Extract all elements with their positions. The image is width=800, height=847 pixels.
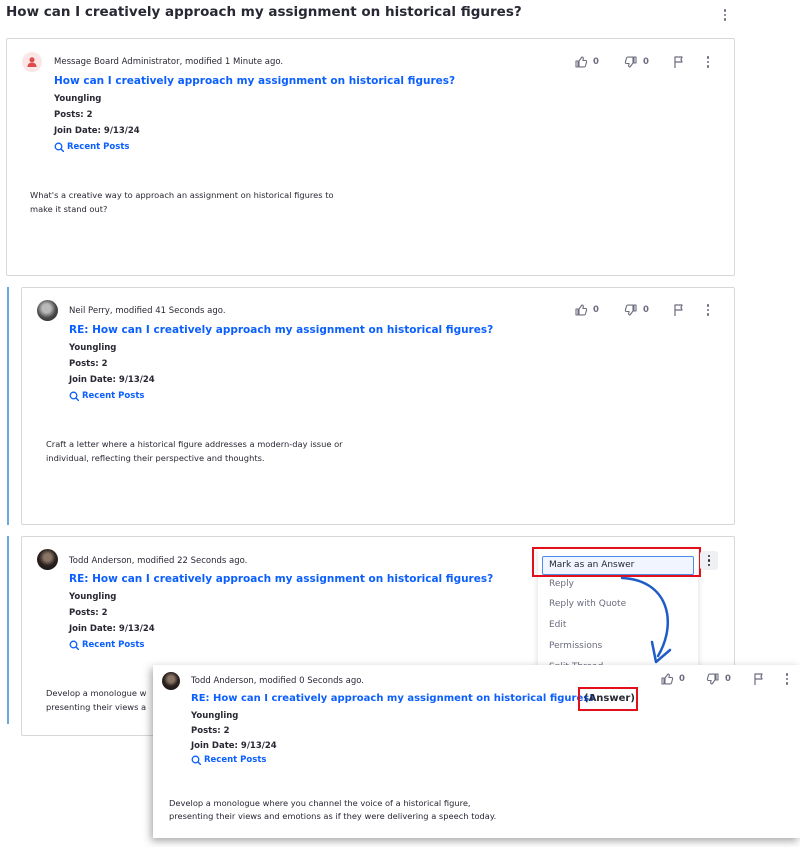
thumbs-up-icon [575,304,588,316]
thumbs-up-icon [575,56,588,68]
user-post-count: Posts: 2 [191,726,230,736]
search-icon [54,142,64,152]
page-options-icon[interactable] [719,6,731,24]
user-post-count: Posts: 2 [54,110,93,120]
post-body-line: make it stand out? [30,204,108,214]
post-body-line: presenting their views a [46,702,147,712]
post-body-line: What's a creative way to approach an ass… [30,190,334,200]
menu-item-reply[interactable]: Reply [549,579,574,589]
recent-posts-link[interactable]: Recent Posts [54,142,129,152]
user-icon [22,52,42,72]
thumbs-down-icon [624,304,637,316]
thumbs-down-icon [706,673,719,685]
post-actions: 0 0 [574,303,714,317]
flag-icon [674,56,683,69]
recent-posts-label: Recent Posts [82,640,145,650]
menu-item-edit[interactable]: Edit [549,620,566,630]
dislike-count: 0 [643,305,649,315]
like-button[interactable]: 0 [574,303,599,317]
like-button[interactable]: 0 [574,55,599,69]
recent-posts-label: Recent Posts [67,142,130,152]
like-count: 0 [679,674,685,684]
flag-button[interactable] [672,303,686,317]
post-actions: 0 0 [574,55,714,69]
post-actions: 0 0 [660,672,795,686]
like-button[interactable]: 0 [660,672,685,686]
flag-icon [674,304,683,317]
menu-item-permissions[interactable]: Permissions [549,641,602,651]
search-icon [69,391,79,401]
post-body: Develop a monologue w presenting their v… [46,686,146,714]
like-count: 0 [593,57,599,67]
avatar [37,300,58,321]
post-options-icon[interactable] [704,55,712,69]
post-author: Message Board Administrator, modified 1 … [54,57,284,67]
post-card-2 [21,287,735,525]
answer-result-overlay: Todd Anderson, modified 0 Seconds ago. R… [153,665,800,838]
dislike-count: 0 [643,57,649,67]
recent-posts-label: Recent Posts [82,391,145,401]
post-author: Neil Perry, modified 41 Seconds ago. [69,306,226,316]
dislike-button[interactable]: 0 [706,672,731,686]
user-rank: Youngling [69,592,117,602]
post-title-link[interactable]: How can I creatively approach my assignm… [54,75,455,87]
user-join-date: Join Date: 9/13/24 [191,741,277,751]
dislike-count: 0 [725,674,731,684]
highlight-box [578,687,638,711]
thread-indent-bar [7,536,9,724]
post-title-link[interactable]: RE: How can I creatively approach my ass… [69,573,493,585]
recent-posts-link[interactable]: Recent Posts [69,391,144,401]
user-rank: Youngling [54,94,102,104]
search-icon [191,755,201,765]
avatar [162,672,180,690]
user-join-date: Join Date: 9/13/24 [69,375,155,385]
page-title: How can I creatively approach my assignm… [6,4,522,20]
user-rank: Youngling [69,343,117,353]
recent-posts-link[interactable]: Recent Posts [191,755,266,765]
post-body-line: Develop a monologue where you channel th… [169,798,471,808]
avatar [37,549,58,570]
post-options-icon[interactable] [704,303,712,317]
post-author: Todd Anderson, modified 0 Seconds ago. [191,676,364,686]
curved-arrow-icon [620,576,672,664]
post-card-1 [6,38,735,276]
flag-button[interactable] [752,672,766,686]
post-body: Develop a monologue where you channel th… [169,797,496,823]
post-title-link[interactable]: RE: How can I creatively approach my ass… [191,693,595,704]
recent-posts-label: Recent Posts [204,755,267,765]
post-title-link[interactable]: RE: How can I creatively approach my ass… [69,324,493,336]
post-body-line: Develop a monologue w [46,688,147,698]
dislike-button[interactable]: 0 [624,303,649,317]
recent-posts-link[interactable]: Recent Posts [69,640,144,650]
post-body-line: Craft a letter where a historical figure… [46,439,343,449]
dislike-button[interactable]: 0 [624,55,649,69]
thumbs-down-icon [624,56,637,68]
post-author: Todd Anderson, modified 22 Seconds ago. [69,556,248,566]
flag-icon [754,673,763,686]
thread-indent-bar [7,287,9,525]
user-post-count: Posts: 2 [69,608,108,618]
user-post-count: Posts: 2 [69,359,108,369]
search-icon [69,640,79,650]
post-body: What's a creative way to approach an ass… [30,188,334,216]
post-body: Craft a letter where a historical figure… [46,437,343,465]
thumbs-up-icon [661,673,674,685]
user-rank: Youngling [191,711,239,721]
post-options-icon[interactable] [783,672,791,686]
post-body-line: presenting their views and emotions as i… [169,811,497,821]
user-join-date: Join Date: 9/13/24 [69,624,155,634]
like-count: 0 [593,305,599,315]
flag-button[interactable] [672,55,686,69]
post-options-icon[interactable] [700,551,718,570]
post-body-line: individual, reflecting their perspective… [46,453,265,463]
user-join-date: Join Date: 9/13/24 [54,126,140,136]
